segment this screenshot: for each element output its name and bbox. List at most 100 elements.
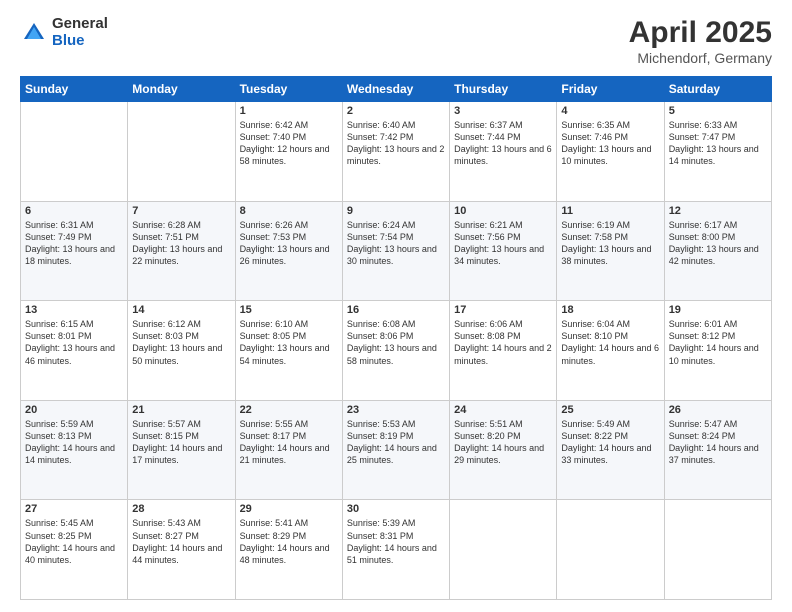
table-row: 3 Sunrise: 6:37 AM Sunset: 7:44 PM Daylig… — [450, 102, 557, 202]
day-info: Sunrise: 6:21 AM Sunset: 7:56 PM Dayligh… — [454, 219, 552, 268]
table-row: 9Sunrise: 6:24 AM Sunset: 7:54 PM Daylig… — [342, 201, 449, 301]
day-number: 25 — [561, 404, 659, 416]
table-row: 26Sunrise: 5:47 AM Sunset: 8:24 PM Dayli… — [664, 400, 771, 500]
table-row: 2 Sunrise: 6:40 AM Sunset: 7:42 PM Daylig… — [342, 102, 449, 202]
day-info: Sunrise: 6:15 AM Sunset: 8:01 PM Dayligh… — [25, 318, 123, 367]
calendar-week-row: 20Sunrise: 5:59 AM Sunset: 8:13 PM Dayli… — [21, 400, 772, 500]
table-row — [450, 500, 557, 600]
day-number: 26 — [669, 404, 767, 416]
day-info: Sunrise: 6:12 AM Sunset: 8:03 PM Dayligh… — [132, 318, 230, 367]
day-info: Sunrise: 6:42 AM Sunset: 7:40 PM Dayligh… — [240, 119, 338, 168]
header: General Blue April 2025 Michendorf, Germ… — [20, 16, 772, 66]
table-row — [128, 102, 235, 202]
calendar-week-row: 27 Sunrise: 5:45 AM Sunset: 8:25 PM Dayli… — [21, 500, 772, 600]
day-info: Sunrise: 6:10 AM Sunset: 8:05 PM Dayligh… — [240, 318, 338, 367]
day-number: 11 — [561, 205, 659, 217]
col-monday: Monday — [128, 77, 235, 102]
day-info: Sunrise: 6:24 AM Sunset: 7:54 PM Dayligh… — [347, 219, 445, 268]
day-info: Sunrise: 6:08 AM Sunset: 8:06 PM Dayligh… — [347, 318, 445, 367]
table-row: 29 Sunrise: 5:41 AM Sunset: 8:29 PM Dayli… — [235, 500, 342, 600]
day-number: 14 — [132, 304, 230, 316]
col-sunday: Sunday — [21, 77, 128, 102]
day-number: 3 — [454, 105, 552, 117]
day-number: 22 — [240, 404, 338, 416]
table-row: 23 Sunrise: 5:53 AM Sunset: 8:19 PM Dayli… — [342, 400, 449, 500]
table-row: 17Sunrise: 6:06 AM Sunset: 8:08 PM Dayli… — [450, 301, 557, 401]
table-row: 10 Sunrise: 6:21 AM Sunset: 7:56 PM Dayli… — [450, 201, 557, 301]
day-number: 12 — [669, 205, 767, 217]
table-row: 30 Sunrise: 5:39 AM Sunset: 8:31 PM Dayli… — [342, 500, 449, 600]
table-row: 18 Sunrise: 6:04 AM Sunset: 8:10 PM Dayli… — [557, 301, 664, 401]
table-row: 24 Sunrise: 5:51 AM Sunset: 8:20 PM Dayli… — [450, 400, 557, 500]
table-row: 6Sunrise: 6:31 AM Sunset: 7:49 PM Daylig… — [21, 201, 128, 301]
calendar-week-row: 1 Sunrise: 6:42 AM Sunset: 7:40 PM Daylig… — [21, 102, 772, 202]
day-info: Sunrise: 5:57 AM Sunset: 8:15 PM Dayligh… — [132, 418, 230, 467]
day-number: 4 — [561, 105, 659, 117]
page: General Blue April 2025 Michendorf, Germ… — [0, 0, 792, 612]
day-number: 24 — [454, 404, 552, 416]
table-row: 5 Sunrise: 6:33 AM Sunset: 7:47 PM Daylig… — [664, 102, 771, 202]
day-info: Sunrise: 5:55 AM Sunset: 8:17 PM Dayligh… — [240, 418, 338, 467]
table-row: 19 Sunrise: 6:01 AM Sunset: 8:12 PM Dayli… — [664, 301, 771, 401]
day-number: 13 — [25, 304, 123, 316]
table-row: 1 Sunrise: 6:42 AM Sunset: 7:40 PM Daylig… — [235, 102, 342, 202]
title-block: April 2025 Michendorf, Germany — [629, 16, 772, 66]
day-info: Sunrise: 6:04 AM Sunset: 8:10 PM Dayligh… — [561, 318, 659, 367]
day-number: 5 — [669, 105, 767, 117]
day-info: Sunrise: 6:35 AM Sunset: 7:46 PM Dayligh… — [561, 119, 659, 168]
day-number: 2 — [347, 105, 445, 117]
table-row: 4 Sunrise: 6:35 AM Sunset: 7:46 PM Daylig… — [557, 102, 664, 202]
day-info: Sunrise: 6:19 AM Sunset: 7:58 PM Dayligh… — [561, 219, 659, 268]
day-info: Sunrise: 5:41 AM Sunset: 8:29 PM Dayligh… — [240, 517, 338, 566]
day-info: Sunrise: 6:01 AM Sunset: 8:12 PM Dayligh… — [669, 318, 767, 367]
table-row: 12 Sunrise: 6:17 AM Sunset: 8:00 PM Dayli… — [664, 201, 771, 301]
col-friday: Friday — [557, 77, 664, 102]
day-number: 10 — [454, 205, 552, 217]
day-number: 20 — [25, 404, 123, 416]
table-row — [557, 500, 664, 600]
col-thursday: Thursday — [450, 77, 557, 102]
day-number: 17 — [454, 304, 552, 316]
table-row — [21, 102, 128, 202]
table-row: 20Sunrise: 5:59 AM Sunset: 8:13 PM Dayli… — [21, 400, 128, 500]
table-row: 8 Sunrise: 6:26 AM Sunset: 7:53 PM Daylig… — [235, 201, 342, 301]
table-row — [664, 500, 771, 600]
day-info: Sunrise: 6:37 AM Sunset: 7:44 PM Dayligh… — [454, 119, 552, 168]
day-info: Sunrise: 6:40 AM Sunset: 7:42 PM Dayligh… — [347, 119, 445, 168]
day-number: 18 — [561, 304, 659, 316]
day-number: 7 — [132, 205, 230, 217]
day-number: 15 — [240, 304, 338, 316]
col-tuesday: Tuesday — [235, 77, 342, 102]
calendar-week-row: 6Sunrise: 6:31 AM Sunset: 7:49 PM Daylig… — [21, 201, 772, 301]
day-number: 30 — [347, 503, 445, 515]
day-info: Sunrise: 5:51 AM Sunset: 8:20 PM Dayligh… — [454, 418, 552, 467]
table-row: 28 Sunrise: 5:43 AM Sunset: 8:27 PM Dayli… — [128, 500, 235, 600]
day-info: Sunrise: 6:17 AM Sunset: 8:00 PM Dayligh… — [669, 219, 767, 268]
logo: General Blue — [20, 16, 108, 49]
table-row: 21Sunrise: 5:57 AM Sunset: 8:15 PM Dayli… — [128, 400, 235, 500]
calendar-week-row: 13 Sunrise: 6:15 AM Sunset: 8:01 PM Dayli… — [21, 301, 772, 401]
day-info: Sunrise: 5:49 AM Sunset: 8:22 PM Dayligh… — [561, 418, 659, 467]
table-row: 27 Sunrise: 5:45 AM Sunset: 8:25 PM Dayli… — [21, 500, 128, 600]
table-row: 13 Sunrise: 6:15 AM Sunset: 8:01 PM Dayli… — [21, 301, 128, 401]
day-number: 19 — [669, 304, 767, 316]
day-number: 27 — [25, 503, 123, 515]
table-row: 16Sunrise: 6:08 AM Sunset: 8:06 PM Dayli… — [342, 301, 449, 401]
table-row: 22 Sunrise: 5:55 AM Sunset: 8:17 PM Dayli… — [235, 400, 342, 500]
day-info: Sunrise: 6:33 AM Sunset: 7:47 PM Dayligh… — [669, 119, 767, 168]
day-number: 8 — [240, 205, 338, 217]
day-info: Sunrise: 5:53 AM Sunset: 8:19 PM Dayligh… — [347, 418, 445, 467]
day-info: Sunrise: 6:26 AM Sunset: 7:53 PM Dayligh… — [240, 219, 338, 268]
day-info: Sunrise: 5:39 AM Sunset: 8:31 PM Dayligh… — [347, 517, 445, 566]
day-number: 1 — [240, 105, 338, 117]
day-info: Sunrise: 5:43 AM Sunset: 8:27 PM Dayligh… — [132, 517, 230, 566]
logo-icon — [20, 19, 48, 47]
day-number: 23 — [347, 404, 445, 416]
day-number: 29 — [240, 503, 338, 515]
day-info: Sunrise: 5:45 AM Sunset: 8:25 PM Dayligh… — [25, 517, 123, 566]
logo-blue-text: Blue — [52, 33, 108, 50]
logo-general-text: General — [52, 16, 108, 33]
table-row: 14 Sunrise: 6:12 AM Sunset: 8:03 PM Dayli… — [128, 301, 235, 401]
day-info: Sunrise: 6:28 AM Sunset: 7:51 PM Dayligh… — [132, 219, 230, 268]
day-number: 28 — [132, 503, 230, 515]
